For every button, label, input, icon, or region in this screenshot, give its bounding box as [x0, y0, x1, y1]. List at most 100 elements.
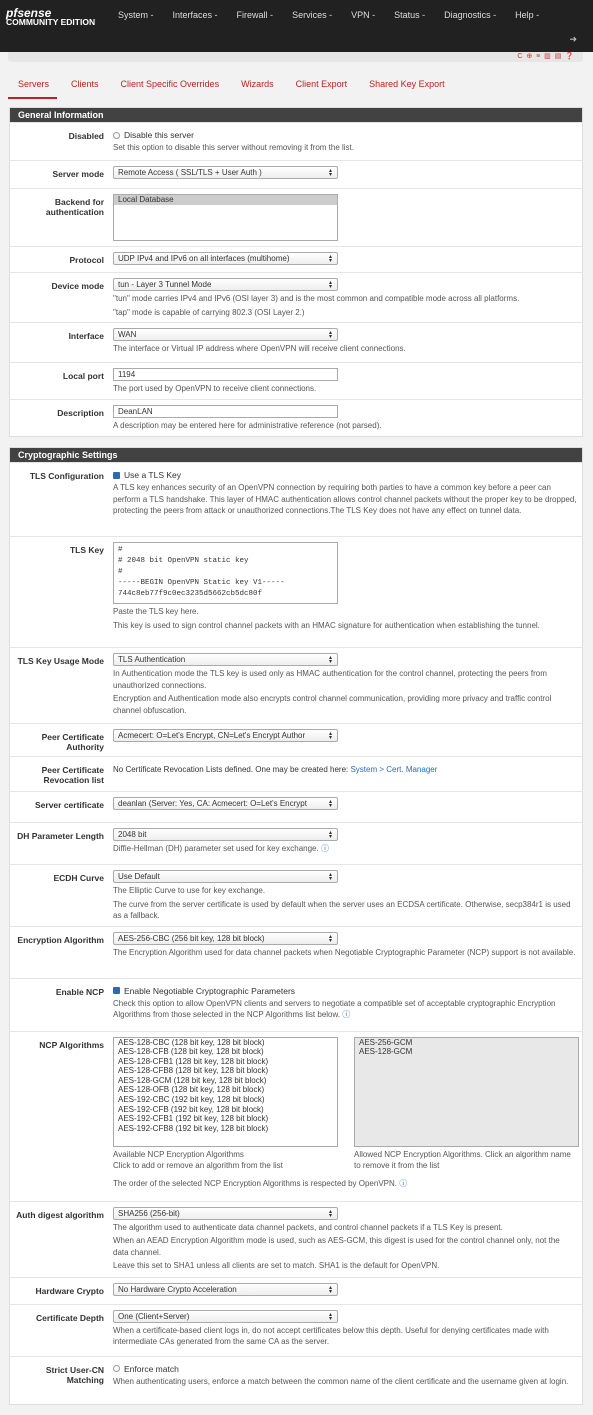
- field-content: deanlan (Server: Yes, CA: Acmecert: O=Le…: [113, 797, 577, 818]
- menu-status[interactable]: Status -: [394, 10, 425, 20]
- help-text: Set this option to disable this server w…: [113, 143, 354, 152]
- pfsense-logo[interactable]: pfsense COMMUNITY EDITION: [6, 7, 95, 27]
- field-label: Hardware Crypto: [35, 1285, 105, 1296]
- list-option[interactable]: AES-128-GCM (128 bit key, 128 bit block): [114, 1076, 337, 1086]
- field-content: Enforce match When authenticating users, …: [113, 1362, 577, 1400]
- field-content: 1194 The port used by OpenVPN to receive …: [113, 368, 577, 395]
- help-text: When authenticating users, enforce a mat…: [113, 1376, 569, 1386]
- server-certificate-select[interactable]: deanlan (Server: Yes, CA: Acmecert: O=Le…: [113, 797, 338, 810]
- ecdh-curve-select[interactable]: Use Default: [113, 870, 338, 883]
- row-tls_config: TLS Configuration Use a TLS Key A TLS key …: [10, 462, 582, 536]
- field-label: Enable NCP: [55, 986, 104, 997]
- row-device_mode: Device mode tun - Layer 3 Tunnel Mode "tun…: [10, 272, 582, 322]
- panel-heading: Cryptographic Settings: [10, 448, 582, 462]
- backend-auth-list[interactable]: Local Database: [113, 194, 338, 241]
- tab-wizards[interactable]: Wizards: [231, 76, 282, 99]
- tab-servers[interactable]: Servers: [8, 76, 58, 99]
- list-option[interactable]: AES-192-CFB8 (192 bit key, 128 bit block…: [114, 1124, 337, 1134]
- tls-key-usage-select[interactable]: TLS Authentication: [113, 653, 338, 666]
- list-option[interactable]: AES-192-CFB (192 bit key, 128 bit block): [114, 1105, 337, 1115]
- help-text: Available NCP Encryption Algorithms Click…: [113, 1149, 338, 1172]
- checkbox[interactable]: [113, 987, 120, 994]
- field-content: 2048 bit Diffie-Hellman (DH) parameter se…: [113, 828, 577, 860]
- menu-diagnostics[interactable]: Diagnostics -: [444, 10, 496, 20]
- help-text: Diffie-Hellman (DH) parameter set used f…: [113, 843, 577, 855]
- checkbox[interactable]: [113, 1365, 120, 1372]
- list-option[interactable]: AES-128-CFB1 (128 bit key, 128 bit block…: [114, 1057, 337, 1067]
- field-content: No Hardware Crypto Acceleration: [113, 1282, 577, 1300]
- interface-select[interactable]: WAN: [113, 328, 338, 341]
- peer-ca-select[interactable]: Acmecert: O=Let's Encrypt, CN=Let's Encr…: [113, 729, 338, 742]
- breadcrumb-shortcut-icons[interactable]: C ⊕ ≡ ▥ ▤ ❓: [517, 52, 575, 60]
- list-option[interactable]: AES-128-CFB8 (128 bit key, 128 bit block…: [114, 1066, 337, 1076]
- hardware-crypto-select[interactable]: No Hardware Crypto Acceleration: [113, 1282, 338, 1296]
- tab-client-specific-overrides[interactable]: Client Specific Overrides: [111, 76, 228, 99]
- crl-text: No Certificate Revocation Lists defined.…: [113, 764, 577, 776]
- crl-message: No Certificate Revocation Lists defined.…: [113, 765, 351, 774]
- sign-out-icon[interactable]: ➜: [569, 34, 577, 45]
- menu-system[interactable]: System -: [118, 10, 154, 20]
- top-navbar: pfsense COMMUNITY EDITION System - Interfa…: [0, 0, 593, 52]
- field-content: WAN The interface or Virtual IP address w…: [113, 328, 577, 358]
- allowed-column: AES-256-GCM AES-128-GCM Allowed NCP Encryp…: [354, 1036, 579, 1172]
- tab-clients[interactable]: Clients: [61, 76, 107, 99]
- disable-server-checkbox[interactable]: Disable this server: [113, 128, 577, 140]
- list-option[interactable]: AES-192-CBC (192 bit key, 128 bit block): [114, 1095, 337, 1105]
- description-input[interactable]: DeanLAN: [113, 405, 338, 418]
- encryption-algorithm-select[interactable]: AES-256-CBC (256 bit key, 128 bit block): [113, 931, 338, 945]
- tab-client-export[interactable]: Client Export: [286, 76, 356, 99]
- list-option[interactable]: AES-128-CFB (128 bit key, 128 bit block): [114, 1047, 337, 1057]
- help-text: A description may be entered here for ad…: [113, 421, 382, 430]
- list-option[interactable]: AES-192-CFB1 (192 bit key, 128 bit block…: [114, 1114, 337, 1124]
- tls-key-textarea[interactable]: # # 2048 bit OpenVPN static key # -----B…: [113, 542, 338, 604]
- row-disabled: Disabled Disable this server Set this opti…: [10, 122, 582, 160]
- help-text: The interface or Virtual IP address wher…: [113, 344, 406, 353]
- field-content: DeanLAN A description may be entered here…: [113, 405, 577, 432]
- checkbox-label: Disable this server: [124, 130, 194, 140]
- server-mode-select[interactable]: Remote Access ( SSL/TLS + User Auth ): [113, 166, 338, 179]
- info-icon[interactable]: ⓘ: [319, 844, 329, 853]
- row-strict_cn: Strict User-CN Matching Enforce match When…: [10, 1355, 582, 1404]
- help-text: The curve from the server certificate is…: [113, 899, 571, 921]
- list-option[interactable]: AES-128-GCM: [355, 1047, 578, 1057]
- certificate-depth-select[interactable]: One (Client+Server): [113, 1309, 338, 1323]
- help-text: The order of the selected NCP Encryption…: [113, 1178, 577, 1190]
- list-option[interactable]: AES-128-OFB (128 bit key, 128 bit block): [114, 1085, 337, 1095]
- local-port-input[interactable]: 1194: [113, 368, 338, 381]
- help-text: In Authentication mode the TLS key is us…: [113, 669, 547, 690]
- checkbox[interactable]: [113, 471, 120, 479]
- allowed-ncp-list[interactable]: AES-256-GCM AES-128-GCM: [354, 1036, 579, 1147]
- protocol-select[interactable]: UDP IPv4 and IPv6 on all interfaces (mul…: [113, 252, 338, 265]
- menu-vpn[interactable]: VPN -: [351, 10, 375, 20]
- menu-help[interactable]: Help -: [515, 10, 539, 20]
- help-text: A TLS key enhances security of an OpenVP…: [113, 483, 577, 515]
- field-label: ECDH Curve: [53, 873, 104, 883]
- list-option[interactable]: AES-128-CBC (128 bit key, 128 bit block): [114, 1038, 337, 1048]
- list-option[interactable]: AES-256-GCM: [355, 1038, 578, 1048]
- checkbox[interactable]: [113, 131, 120, 139]
- row-server_cert: Server certificate deanlan (Server: Yes, …: [10, 791, 582, 822]
- dh-length-select[interactable]: 2048 bit: [113, 828, 338, 841]
- list-option-selected[interactable]: Local Database: [114, 195, 337, 205]
- available-ncp-list[interactable]: AES-128-CBC (128 bit key, 128 bit block)…: [113, 1036, 338, 1147]
- enforce-match-checkbox[interactable]: Enforce match: [113, 1362, 577, 1374]
- info-icon[interactable]: ⓘ: [397, 1179, 407, 1188]
- tab-shared-key-export[interactable]: Shared Key Export: [359, 76, 453, 99]
- help-message: Check this option to allow OpenVPN clien…: [113, 998, 556, 1020]
- device-mode-select[interactable]: tun - Layer 3 Tunnel Mode: [113, 278, 338, 291]
- menu-interfaces[interactable]: Interfaces -: [173, 10, 218, 20]
- use-tls-key-checkbox[interactable]: Use a TLS Key: [113, 468, 577, 480]
- field-content: Local Database: [113, 194, 577, 242]
- field-content: Enable Negotiable Cryptographic Paramete…: [113, 984, 577, 1027]
- menu-firewall[interactable]: Firewall -: [237, 10, 274, 20]
- cert-manager-link[interactable]: System > Cert. Manager: [350, 765, 437, 774]
- auth-digest-select[interactable]: SHA256 (256-bit): [113, 1206, 338, 1220]
- field-label: Disabled: [68, 131, 104, 141]
- help-text: Leave this set to SHA1 unless all client…: [113, 1261, 440, 1270]
- row-interface: Interface WAN The interface or Virtual IP …: [10, 322, 582, 362]
- enable-ncp-checkbox[interactable]: Enable Negotiable Cryptographic Paramete…: [113, 984, 577, 996]
- menu-services[interactable]: Services -: [292, 10, 332, 20]
- field-label: Strict User-CN Matching: [45, 1364, 104, 1385]
- field-content: One (Client+Server) When a certificate-ba…: [113, 1309, 577, 1352]
- info-icon[interactable]: ⓘ: [340, 1010, 350, 1019]
